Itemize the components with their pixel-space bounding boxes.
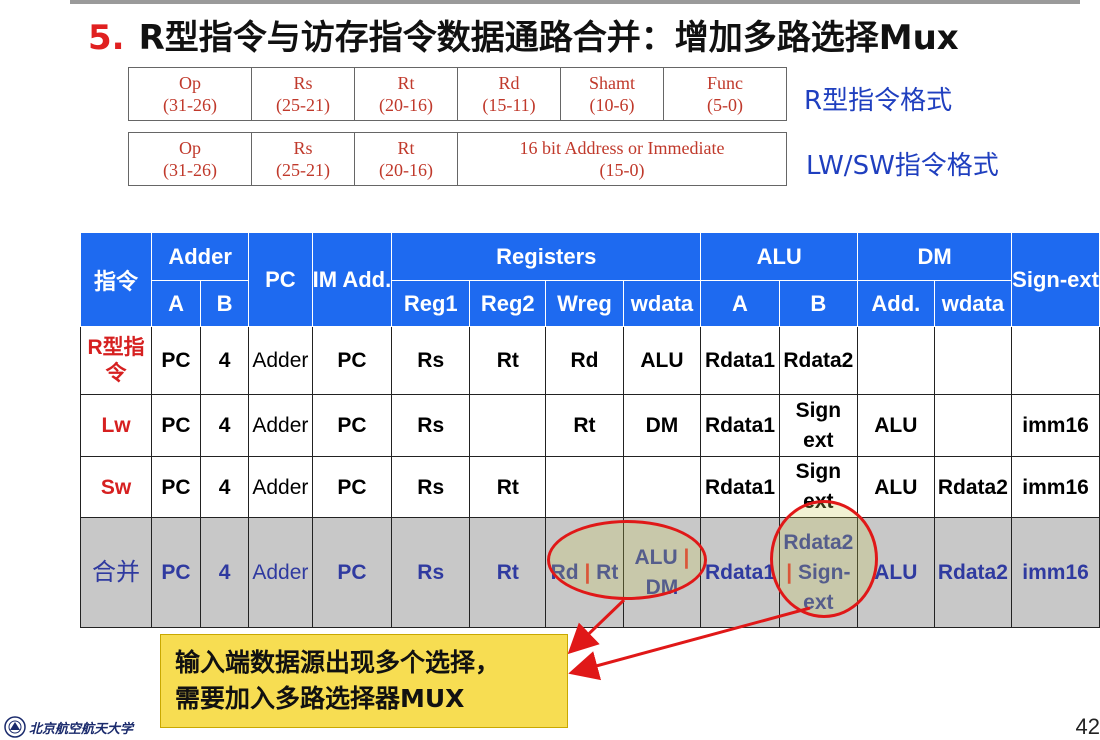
university-name: 北京航空航天大学 [29, 721, 134, 737]
page-number: 42 [1075, 714, 1100, 739]
note-line-1: 输入端数据源出现多个选择， [175, 648, 501, 677]
university-logo: 北京航空航天大学 [4, 716, 133, 738]
note-line-2: 需要加入多路选择器MUX [175, 684, 465, 713]
arrow-from-alu-b [568, 606, 811, 681]
mux-note: 输入端数据源出现多个选择， 需要加入多路选择器MUX [160, 634, 568, 728]
university-seal-icon [4, 716, 26, 738]
arrow-from-wreg [567, 598, 626, 655]
arrows-layer [567, 598, 811, 681]
